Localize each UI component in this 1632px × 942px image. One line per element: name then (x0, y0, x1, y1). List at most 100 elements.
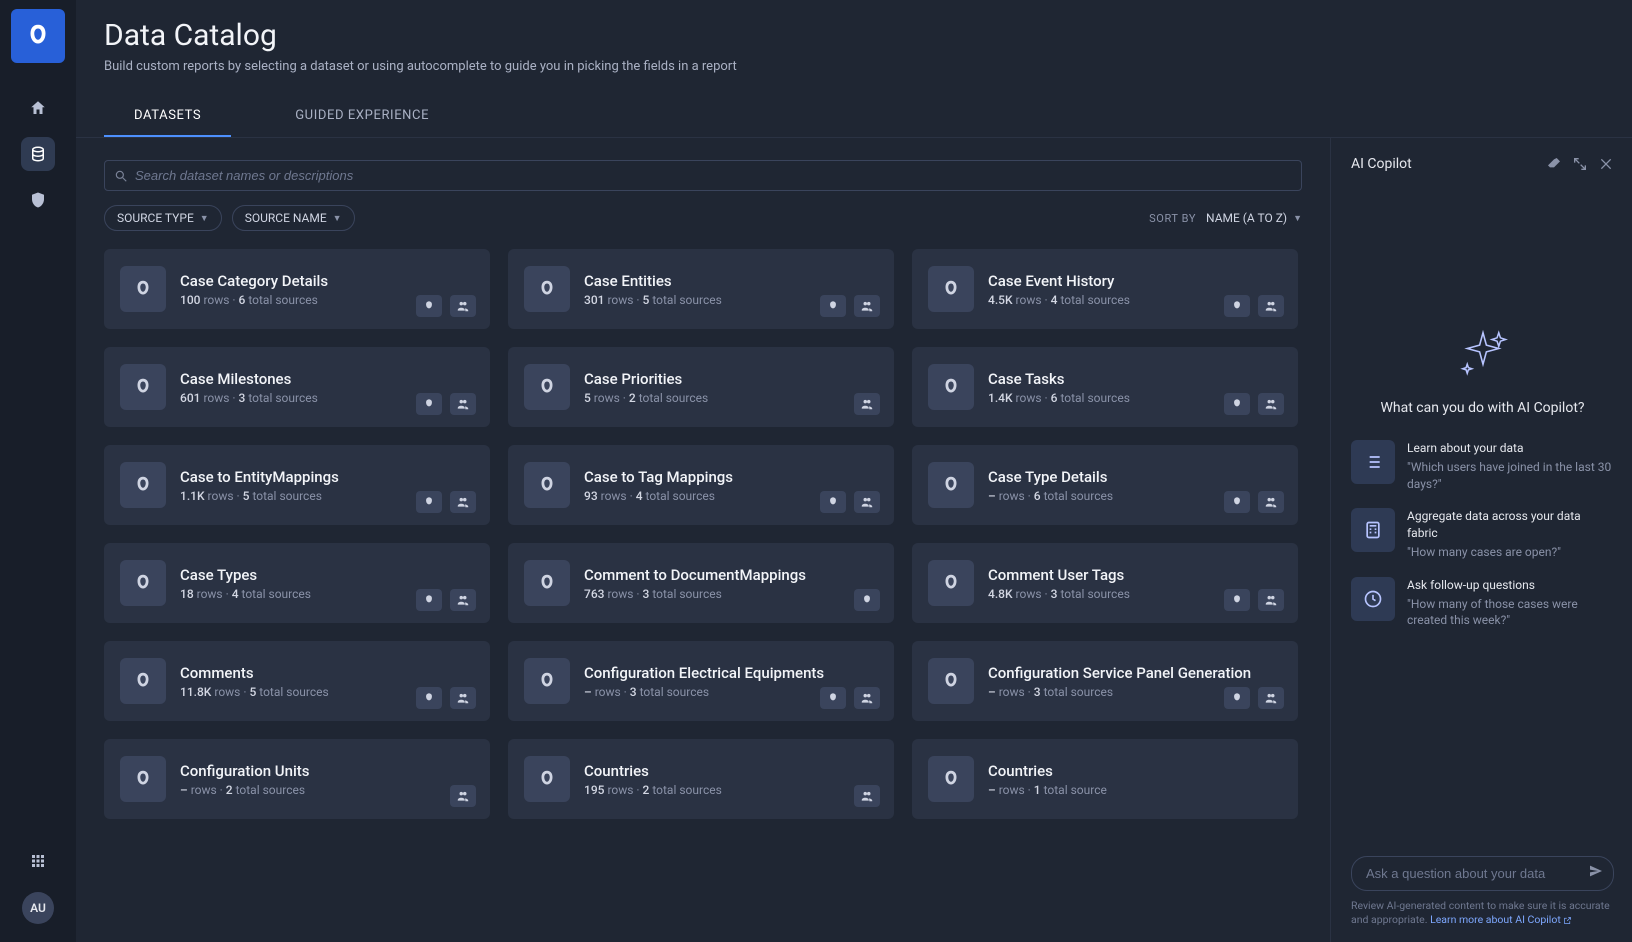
dataset-type-icon (524, 756, 570, 802)
dataset-card[interactable]: Case Types18 rows · 4 total sources (104, 543, 490, 623)
dataset-name: Configuration Units (180, 762, 310, 780)
nav-datasets[interactable] (21, 137, 55, 171)
copilot-suggestion-title: Aggregate data across your data fabric (1407, 508, 1614, 542)
copilot-suggestion[interactable]: Learn about your data"Which users have j… (1351, 440, 1614, 492)
list-icon (1351, 440, 1395, 484)
dataset-name: Case Priorities (584, 370, 708, 388)
dataset-meta: 301 rows · 5 total sources (584, 293, 722, 307)
dataset-card[interactable]: Case Category Details100 rows · 6 total … (104, 249, 490, 329)
dataset-source-count: 4 (636, 489, 643, 503)
dataset-card[interactable]: Case to Tag Mappings93 rows · 4 total so… (508, 445, 894, 525)
shared-badge (854, 295, 880, 317)
dataset-type-icon (120, 462, 166, 508)
copilot-heading: What can you do with AI Copilot? (1351, 400, 1614, 416)
app-logo-icon (23, 21, 53, 51)
dataset-meta: – rows · 2 total sources (180, 783, 310, 797)
nav-home[interactable] (21, 91, 55, 125)
search-input[interactable] (104, 160, 1302, 191)
eraser-icon (1546, 156, 1562, 172)
shared-badge (1258, 491, 1284, 513)
copilot-suggestion[interactable]: Ask follow-up questions"How many of thos… (1351, 577, 1614, 629)
copilot-erase-button[interactable] (1546, 156, 1562, 172)
copilot-panel: AI Copilot (1330, 138, 1632, 942)
source-badge (416, 491, 442, 513)
copilot-learn-more-link[interactable]: Learn more about AI Copilot (1430, 913, 1572, 926)
dataset-card[interactable]: Comments11.8K rows · 5 total sources (104, 641, 490, 721)
tab-guided-experience[interactable]: GUIDED EXPERIENCE (265, 98, 459, 137)
dataset-card[interactable]: Countries195 rows · 2 total sources (508, 739, 894, 819)
dataset-name: Case Milestones (180, 370, 318, 388)
filter-source-name-label: SOURCE NAME (245, 211, 327, 225)
dataset-name: Case Event History (988, 272, 1130, 290)
dataset-card[interactable]: Case Type Details – rows · 6 total source… (912, 445, 1298, 525)
dataset-meta: 1.4K rows · 6 total sources (988, 391, 1130, 405)
dataset-card[interactable]: Countries – rows · 1 total source (912, 739, 1298, 819)
dataset-source-count: 1 (1034, 783, 1041, 797)
dataset-type-icon (928, 560, 974, 606)
dataset-name: Comments (180, 664, 329, 682)
nav-apps[interactable] (21, 844, 55, 878)
filter-source-type[interactable]: SOURCE TYPE ▼ (104, 205, 222, 231)
dataset-row-count: 4.8K (988, 587, 1013, 601)
nav-security[interactable] (21, 183, 55, 217)
source-badge (416, 687, 442, 709)
dataset-card[interactable]: Case Entities301 rows · 5 total sources (508, 249, 894, 329)
dataset-card[interactable]: Case Tasks 1.4K rows · 6 total sources (912, 347, 1298, 427)
dataset-name: Case Category Details (180, 272, 328, 290)
calc-icon (1351, 508, 1395, 552)
dataset-type-icon (120, 756, 166, 802)
app-logo[interactable] (11, 9, 65, 63)
tabs: DATASETS GUIDED EXPERIENCE (76, 80, 1632, 138)
avatar[interactable]: AU (22, 892, 54, 924)
dataset-card[interactable]: Configuration Electrical Equipments– row… (508, 641, 894, 721)
dataset-name: Countries (988, 762, 1107, 780)
dataset-card[interactable]: Comment to DocumentMappings763 rows · 3 … (508, 543, 894, 623)
sort-select[interactable]: NAME (A TO Z) ▼ (1206, 211, 1302, 225)
dataset-source-count: 4 (1051, 293, 1058, 307)
dataset-source-count: 3 (643, 587, 650, 601)
copilot-close-button[interactable] (1598, 156, 1614, 172)
copilot-suggestion-example: "Which users have joined in the last 30 … (1407, 459, 1614, 493)
dataset-card[interactable]: Case Event History4.5K rows · 4 total so… (912, 249, 1298, 329)
dataset-card[interactable]: Case Priorities5 rows · 2 total sources (508, 347, 894, 427)
dataset-name: Case Tasks (988, 370, 1130, 388)
dataset-card[interactable]: Configuration Units – rows · 2 total sour… (104, 739, 490, 819)
copilot-suggestion[interactable]: Aggregate data across your data fabric"H… (1351, 508, 1614, 560)
copilot-input[interactable] (1351, 856, 1614, 891)
dataset-meta: – rows · 3 total sources (988, 685, 1251, 699)
dataset-row-count: – (180, 783, 188, 797)
dataset-name: Comment User Tags (988, 566, 1130, 584)
dataset-row-count: 1.4K (988, 391, 1013, 405)
copilot-send-button[interactable] (1588, 863, 1604, 883)
dataset-card[interactable]: Comment User Tags 4.8K rows · 3 total sou… (912, 543, 1298, 623)
dataset-card[interactable]: Configuration Service Panel Generation– … (912, 641, 1298, 721)
filter-source-name[interactable]: SOURCE NAME ▼ (232, 205, 355, 231)
expand-icon (1572, 156, 1588, 172)
dataset-meta: 93 rows · 4 total sources (584, 489, 733, 503)
dataset-name: Case Type Details (988, 468, 1113, 486)
search-icon (114, 169, 128, 183)
shared-badge (854, 687, 880, 709)
clock-icon (1351, 577, 1395, 621)
caret-down-icon: ▼ (200, 213, 209, 224)
dataset-meta: – rows · 1 total source (988, 783, 1107, 797)
dataset-card[interactable]: Case to EntityMappings1.1K rows · 5 tota… (104, 445, 490, 525)
source-badge (820, 687, 846, 709)
copilot-expand-button[interactable] (1572, 156, 1588, 172)
dataset-row-count: 11.8K (180, 685, 211, 699)
dataset-meta: 4.8K rows · 3 total sources (988, 587, 1130, 601)
home-icon (29, 99, 47, 117)
source-badge (416, 589, 442, 611)
dataset-row-count: 763 (584, 587, 604, 601)
dataset-grid: Case Category Details100 rows · 6 total … (104, 249, 1302, 932)
apps-grid-icon (29, 852, 47, 870)
dataset-row-count: 93 (584, 489, 598, 503)
dataset-row-count: 18 (180, 587, 194, 601)
tab-datasets[interactable]: DATASETS (104, 98, 231, 137)
dataset-meta: – rows · 6 total sources (988, 489, 1113, 503)
source-badge (1224, 589, 1250, 611)
dataset-card[interactable]: Case Milestones601 rows · 3 total source… (104, 347, 490, 427)
dataset-type-icon (524, 658, 570, 704)
source-badge (416, 393, 442, 415)
filter-source-type-label: SOURCE TYPE (117, 211, 194, 225)
